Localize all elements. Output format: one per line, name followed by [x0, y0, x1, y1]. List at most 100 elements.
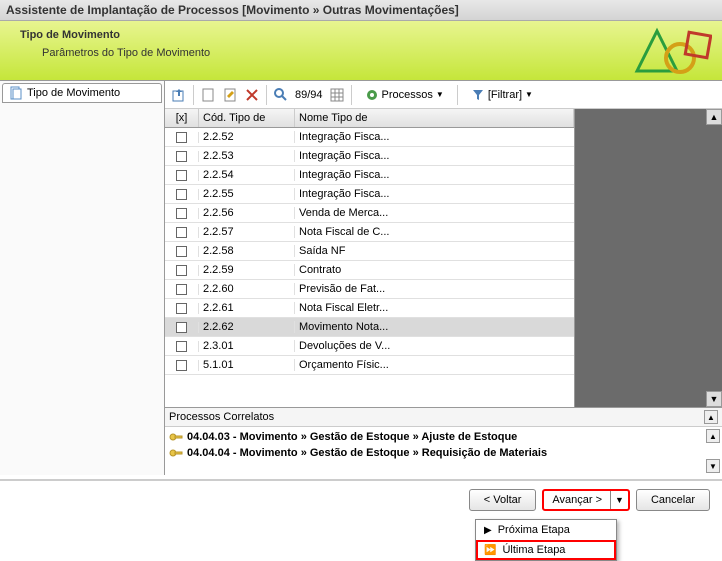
row-checkbox[interactable] — [176, 265, 187, 276]
table-row[interactable]: 2.2.53Integração Fisca... — [165, 147, 574, 166]
row-nome: Previsão de Fat... — [295, 283, 574, 295]
row-cod: 2.2.62 — [199, 321, 295, 333]
row-checkbox[interactable] — [176, 208, 187, 219]
sidebar: Tipo de Movimento — [0, 81, 165, 475]
table-row[interactable]: 2.3.01Devoluções de V... — [165, 337, 574, 356]
export-icon[interactable] — [171, 87, 187, 103]
row-nome: Devoluções de V... — [295, 340, 574, 352]
table-row[interactable]: 5.1.01Orçamento Físic... — [165, 356, 574, 375]
table-row[interactable]: 2.2.62Movimento Nota... — [165, 318, 574, 337]
row-cod: 2.2.52 — [199, 131, 295, 143]
row-checkbox[interactable] — [176, 132, 187, 143]
delete-icon[interactable] — [244, 87, 260, 103]
key-icon — [169, 446, 183, 460]
processos-button[interactable]: Processos ▼ — [358, 85, 451, 105]
row-checkbox-cell — [165, 132, 199, 143]
row-checkbox[interactable] — [176, 322, 187, 333]
content-area: 89/94 Processos ▼ [Filtrar] ▼ [x] Cód. T… — [165, 81, 722, 475]
col-header-cod[interactable]: Cód. Tipo de — [199, 109, 295, 127]
table-row[interactable]: 2.2.60Previsão de Fat... — [165, 280, 574, 299]
table-row[interactable]: 2.2.59Contrato — [165, 261, 574, 280]
filter-button[interactable]: [Filtrar] ▼ — [464, 85, 540, 105]
row-checkbox[interactable] — [176, 170, 187, 181]
row-nome: Orçamento Físic... — [295, 359, 574, 371]
row-nome: Integração Fisca... — [295, 169, 574, 181]
row-checkbox-cell — [165, 170, 199, 181]
dropdown-label: Última Etapa — [502, 544, 565, 556]
table-row[interactable]: 2.2.58Saída NF — [165, 242, 574, 261]
table-row[interactable]: 2.2.55Integração Fisca... — [165, 185, 574, 204]
next-dropdown-menu: ▶ Próxima Etapa ⏩ Última Etapa — [475, 519, 617, 561]
scroll-up-button[interactable]: ▲ — [706, 109, 722, 125]
grid-header: [x] Cód. Tipo de Nome Tipo de — [165, 109, 574, 128]
scroll-down-button[interactable]: ▼ — [706, 459, 720, 473]
row-nome: Movimento Nota... — [295, 321, 574, 333]
row-nome: Contrato — [295, 264, 574, 276]
back-button[interactable]: < Voltar — [469, 489, 537, 511]
row-checkbox-cell — [165, 246, 199, 257]
table-row[interactable]: 2.2.61Nota Fiscal Eletr... — [165, 299, 574, 318]
row-cod: 2.2.57 — [199, 226, 295, 238]
record-counter: 89/94 — [295, 89, 323, 101]
row-checkbox[interactable] — [176, 284, 187, 295]
row-checkbox[interactable] — [176, 151, 187, 162]
col-header-nome[interactable]: Nome Tipo de — [295, 109, 574, 127]
next-button-split: Avançar > ▼ — [542, 489, 630, 511]
row-nome: Integração Fisca... — [295, 131, 574, 143]
correlatos-header: Processos Correlatos ▲ — [165, 408, 722, 427]
col-header-check[interactable]: [x] — [165, 109, 199, 127]
row-cod: 2.2.55 — [199, 188, 295, 200]
edit-icon[interactable] — [222, 87, 238, 103]
row-nome: Saída NF — [295, 245, 574, 257]
footer-buttons: < Voltar Avançar > ▼ Cancelar ▶ Próxima … — [0, 481, 722, 519]
next-dropdown-toggle[interactable]: ▼ — [611, 491, 628, 509]
cancel-button[interactable]: Cancelar — [636, 489, 710, 511]
row-checkbox-cell — [165, 189, 199, 200]
dropdown-item-ultima[interactable]: ⏩ Última Etapa — [476, 540, 616, 560]
row-checkbox-cell — [165, 227, 199, 238]
row-checkbox[interactable] — [176, 227, 187, 238]
row-cod: 2.2.53 — [199, 150, 295, 162]
arrow-icon: ▶ — [484, 525, 492, 536]
correlato-item[interactable]: 04.04.03 - Movimento » Gestão de Estoque… — [169, 429, 718, 445]
table-row[interactable]: 2.2.52Integração Fisca... — [165, 128, 574, 147]
table-row[interactable]: 2.2.57Nota Fiscal de C... — [165, 223, 574, 242]
row-cod: 2.3.01 — [199, 340, 295, 352]
table-row[interactable]: 2.2.56Venda de Merca... — [165, 204, 574, 223]
row-checkbox[interactable] — [176, 246, 187, 257]
scroll-down-button[interactable]: ▼ — [706, 391, 722, 407]
header-subtitle: Parâmetros do Tipo de Movimento — [0, 41, 722, 59]
row-nome: Nota Fiscal de C... — [295, 226, 574, 238]
row-checkbox[interactable] — [176, 303, 187, 314]
row-checkbox[interactable] — [176, 360, 187, 371]
correlatos-title: Processos Correlatos — [169, 411, 274, 423]
table-row[interactable]: 2.2.54Integração Fisca... — [165, 166, 574, 185]
separator — [457, 85, 458, 105]
new-icon[interactable] — [200, 87, 216, 103]
row-checkbox[interactable] — [176, 341, 187, 352]
window-title: Assistente de Implantação de Processos [… — [0, 0, 722, 21]
correlatos-body: 04.04.03 - Movimento » Gestão de Estoque… — [165, 427, 722, 475]
row-cod: 2.2.60 — [199, 283, 295, 295]
row-nome: Venda de Merca... — [295, 207, 574, 219]
row-checkbox[interactable] — [176, 189, 187, 200]
collapse-button[interactable]: ▲ — [704, 410, 718, 424]
row-checkbox-cell — [165, 284, 199, 295]
row-cod: 2.2.61 — [199, 302, 295, 314]
data-grid[interactable]: [x] Cód. Tipo de Nome Tipo de 2.2.52Inte… — [165, 109, 575, 407]
correlato-item[interactable]: 04.04.04 - Movimento » Gestão de Estoque… — [169, 445, 718, 461]
scroll-up-button[interactable]: ▲ — [706, 429, 720, 443]
sidebar-tab-tipo-movimento[interactable]: Tipo de Movimento — [2, 83, 162, 103]
next-button[interactable]: Avançar > — [544, 491, 611, 509]
dropdown-item-proxima[interactable]: ▶ Próxima Etapa — [476, 520, 616, 540]
row-nome: Integração Fisca... — [295, 150, 574, 162]
row-cod: 2.2.59 — [199, 264, 295, 276]
row-cod: 2.2.58 — [199, 245, 295, 257]
row-checkbox-cell — [165, 341, 199, 352]
grid-settings-icon[interactable] — [329, 87, 345, 103]
grid-empty-area: ▲ ▼ — [575, 109, 722, 407]
row-nome: Integração Fisca... — [295, 188, 574, 200]
header-title: Tipo de Movimento — [0, 21, 722, 41]
find-icon[interactable] — [273, 87, 289, 103]
row-checkbox-cell — [165, 303, 199, 314]
